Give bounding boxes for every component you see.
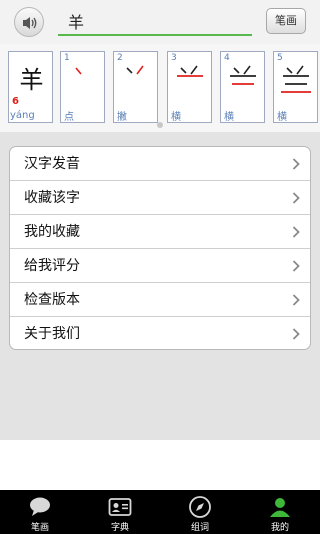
stroke-pie-icon xyxy=(126,65,144,75)
stroke-name: 横 xyxy=(171,112,181,123)
menu-item-label: 关于我们 xyxy=(24,326,80,342)
menu-item-my-favorites[interactable]: 我的收藏 xyxy=(10,215,310,249)
menu-item-favorite[interactable]: 收藏该字 xyxy=(10,181,310,215)
stroke-heng-icon xyxy=(177,65,203,77)
stroke-card-5[interactable]: 5 横 xyxy=(273,51,318,123)
stroke-heng-icon xyxy=(281,65,311,93)
speaker-icon xyxy=(23,17,37,29)
tab-dictionary[interactable]: 字典 xyxy=(80,490,160,534)
tab-label: 笔画 xyxy=(30,523,49,533)
stroke-order-strip[interactable]: 羊 6 yáng 1 点 2 撇 3 横 4 横 5 横 xyxy=(0,44,320,132)
stroke-name: 点 xyxy=(64,112,74,123)
id-card-icon xyxy=(108,498,132,516)
chevron-right-icon xyxy=(292,328,300,340)
stroke-card-3[interactable]: 3 横 xyxy=(167,51,212,123)
stroke-count: 6 xyxy=(12,96,19,107)
menu-item-rate[interactable]: 给我评分 xyxy=(10,249,310,283)
menu-panel: 汉字发音 收藏该字 我的收藏 给我评分 检查版本 关于我们 xyxy=(0,132,320,440)
stroke-card-1[interactable]: 1 点 xyxy=(60,51,105,123)
stroke-heng-icon xyxy=(230,65,256,85)
tab-label: 组词 xyxy=(190,523,209,533)
menu-item-pronunciation[interactable]: 汉字发音 xyxy=(10,147,310,181)
chevron-right-icon xyxy=(292,158,300,170)
tab-words[interactable]: 组词 xyxy=(160,490,240,534)
speaker-button[interactable] xyxy=(14,7,44,37)
tab-mine[interactable]: 我的 xyxy=(240,490,320,534)
menu-item-check-version[interactable]: 检查版本 xyxy=(10,283,310,317)
stroke-name: 横 xyxy=(277,112,287,123)
menu-item-label: 检查版本 xyxy=(24,292,80,308)
search-input[interactable] xyxy=(58,8,252,34)
character-glyph: 羊 xyxy=(19,66,44,94)
pinyin: yáng xyxy=(10,110,35,121)
stroke-card-4[interactable]: 4 横 xyxy=(220,51,265,123)
speech-bubble-icon xyxy=(30,497,50,516)
menu-item-about[interactable]: 关于我们 xyxy=(10,317,310,349)
search-bar: 笔画 xyxy=(0,0,320,44)
stroke-card-2[interactable]: 2 撇 xyxy=(113,51,158,123)
scroll-indicator xyxy=(157,122,163,128)
chevron-right-icon xyxy=(292,226,300,238)
stroke-name: 撇 xyxy=(117,112,127,123)
chevron-right-icon xyxy=(292,294,300,306)
stroke-dot-icon xyxy=(75,67,82,75)
user-icon xyxy=(270,498,290,517)
menu-item-label: 我的收藏 xyxy=(24,224,80,240)
menu-item-label: 收藏该字 xyxy=(24,190,80,206)
stroke-order-button[interactable]: 笔画 xyxy=(266,8,306,34)
tab-label: 我的 xyxy=(270,523,289,533)
compass-icon xyxy=(189,496,211,518)
stroke-name: 横 xyxy=(224,112,234,123)
chevron-right-icon xyxy=(292,192,300,204)
tab-strokes[interactable]: 笔画 xyxy=(0,490,80,534)
chevron-right-icon xyxy=(292,260,300,272)
menu-item-label: 给我评分 xyxy=(24,258,80,274)
bottom-tab-bar: 笔画 字典 组词 我的 xyxy=(0,490,320,534)
character-card: 羊 6 yáng xyxy=(8,51,53,123)
settings-menu: 汉字发音 收藏该字 我的收藏 给我评分 检查版本 关于我们 xyxy=(9,146,311,350)
menu-item-label: 汉字发音 xyxy=(24,156,80,172)
search-field[interactable] xyxy=(58,8,252,36)
tab-label: 字典 xyxy=(110,523,129,533)
